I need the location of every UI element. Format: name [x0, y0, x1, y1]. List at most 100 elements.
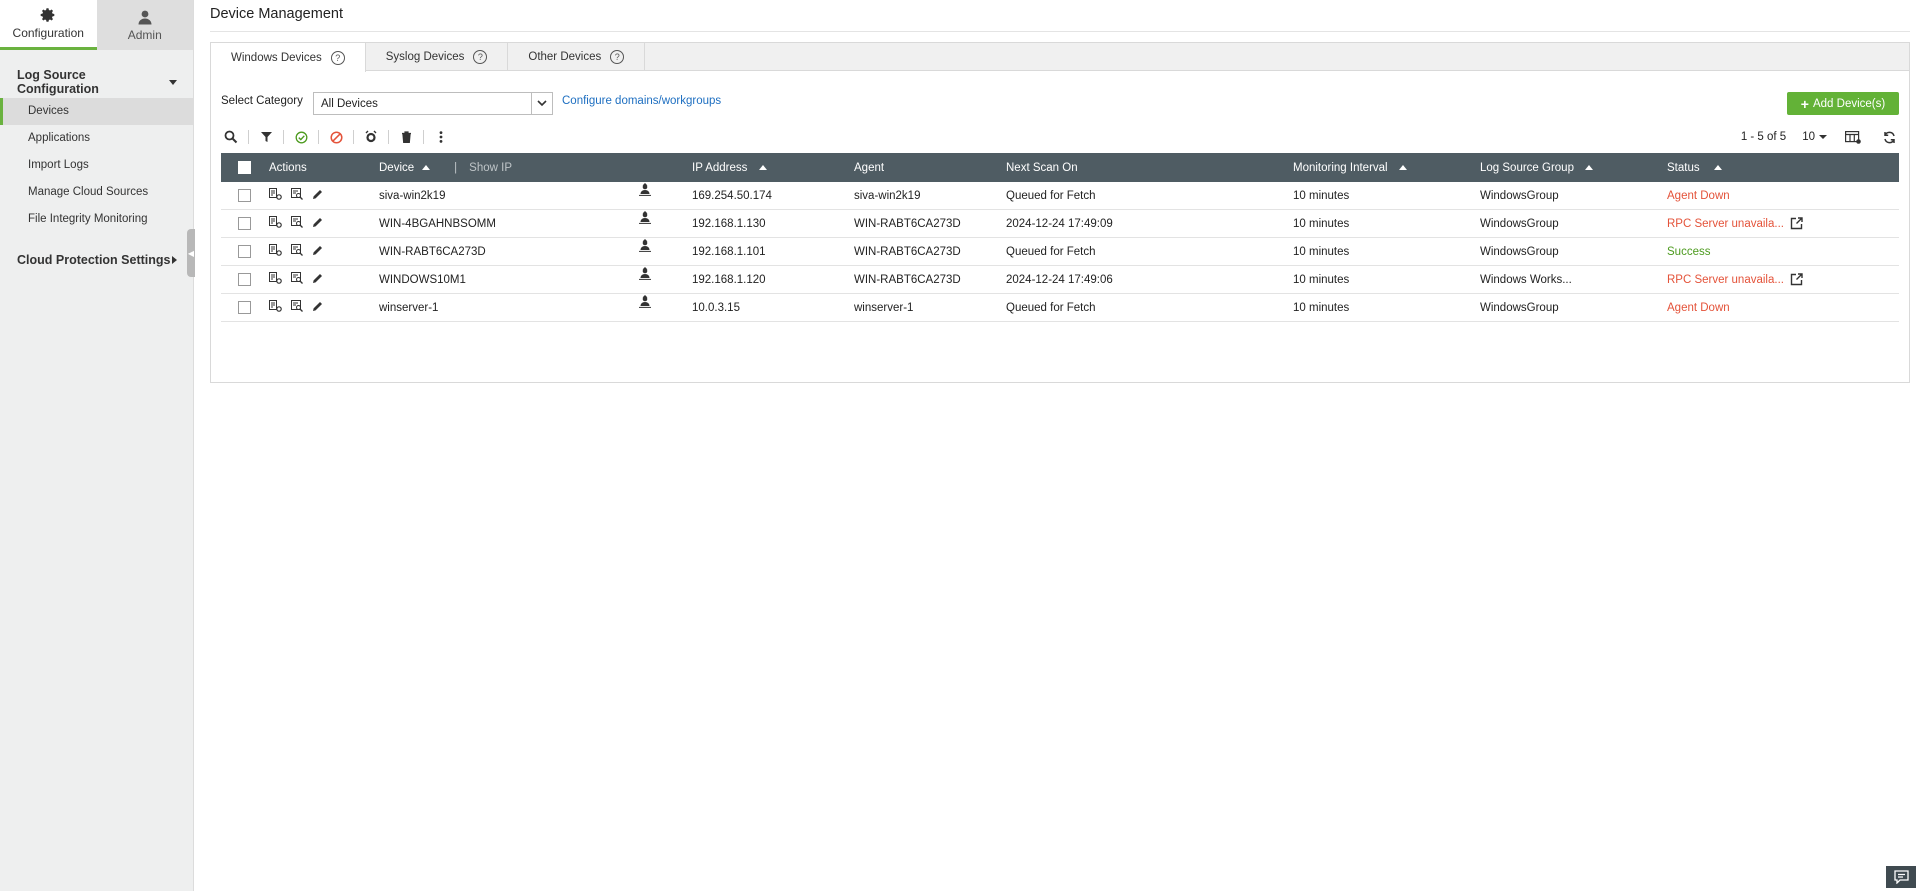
device-settings-icon[interactable] [269, 272, 282, 287]
edit-icon[interactable] [312, 245, 323, 259]
toolbar-divider [283, 130, 284, 144]
header-monitoring-interval[interactable]: Monitoring Interval [1293, 162, 1480, 174]
tab-configuration-label: Configuration [12, 26, 84, 40]
tab-configuration[interactable]: Configuration [0, 0, 97, 50]
cell-next-scan: 2024-12-24 17:49:06 [1006, 273, 1113, 286]
cell-next-scan: Queued for Fetch [1006, 301, 1096, 314]
cell-status: Success [1667, 246, 1899, 258]
row-checkbox[interactable] [238, 217, 251, 230]
help-icon[interactable]: ? [610, 50, 625, 64]
external-link-icon[interactable] [1790, 273, 1803, 286]
header-device[interactable]: Device | Show IP [379, 162, 692, 174]
device-settings-icon[interactable] [269, 188, 282, 203]
sidebar-collapse-handle[interactable]: ◀ [187, 229, 195, 277]
view-reports-icon[interactable] [291, 216, 303, 231]
header-device-label: Device [379, 161, 415, 174]
tab-label: Other Devices [528, 51, 602, 63]
device-name[interactable]: WIN-4BGAHNBSOMM [379, 218, 496, 230]
agent-upgrade-icon[interactable] [639, 294, 651, 311]
tab-syslog-devices[interactable]: Syslog Devices ? [366, 43, 509, 71]
agent-upgrade-icon[interactable] [639, 238, 651, 255]
column-chooser-icon[interactable] [1843, 127, 1863, 147]
device-settings-icon[interactable] [269, 216, 282, 231]
per-page-select[interactable]: 10 [1802, 131, 1827, 143]
gear-icon [40, 8, 55, 22]
agent-upgrade-icon[interactable] [639, 182, 651, 199]
add-device-button[interactable]: + Add Device(s) [1787, 92, 1899, 115]
header-ip-address[interactable]: IP Address [692, 162, 854, 174]
cell-group: WindowsGroup [1480, 217, 1559, 230]
header-status[interactable]: Status [1667, 162, 1899, 174]
cell-agent: winserver-1 [854, 301, 914, 314]
view-reports-icon[interactable] [291, 272, 303, 287]
filter-icon[interactable] [256, 127, 276, 147]
sidebar-item-file-integrity-monitoring[interactable]: File Integrity Monitoring [0, 206, 193, 233]
trash-icon[interactable] [396, 127, 416, 147]
sidebar-item-applications[interactable]: Applications [0, 125, 193, 152]
edit-icon[interactable] [312, 189, 323, 203]
toolbar-divider [388, 130, 389, 144]
device-name[interactable]: WINDOWS10M1 [379, 274, 466, 286]
agent-upgrade-icon[interactable] [639, 266, 651, 283]
nav-section-log-source-configuration[interactable]: Log Source Configuration [0, 68, 193, 96]
device-settings-icon[interactable] [269, 244, 282, 259]
sidebar-item-devices[interactable]: Devices [0, 98, 193, 125]
toolbar-divider [423, 130, 424, 144]
configure-domains-link[interactable]: Configure domains/workgroups [562, 95, 721, 107]
scan-schedule-icon[interactable] [361, 127, 381, 147]
status-text: RPC Server unavaila... [1667, 217, 1784, 230]
external-link-icon[interactable] [1790, 217, 1803, 230]
view-reports-icon[interactable] [291, 188, 303, 203]
select-category-label: Select Category [221, 95, 303, 107]
tab-other-devices[interactable]: Other Devices ? [508, 43, 646, 71]
view-reports-icon[interactable] [291, 300, 303, 315]
header-status-label: Status [1667, 161, 1700, 174]
header-log-source-group[interactable]: Log Source Group [1480, 162, 1667, 174]
chevron-down-icon[interactable] [531, 93, 552, 114]
tab-windows-devices[interactable]: Windows Devices ? [211, 43, 366, 72]
row-checkbox[interactable] [238, 301, 251, 314]
nav-section-cloud-protection-settings[interactable]: Cloud Protection Settings [0, 248, 193, 272]
header-divider: | [454, 161, 458, 174]
device-name[interactable]: siva-win2k19 [379, 190, 445, 202]
show-ip-toggle[interactable]: Show IP [469, 162, 512, 174]
sidebar-item-import-logs[interactable]: Import Logs [0, 152, 193, 179]
agent-upgrade-icon[interactable] [639, 210, 651, 227]
edit-icon[interactable] [312, 217, 323, 231]
help-icon[interactable]: ? [330, 50, 345, 65]
search-icon[interactable] [221, 127, 241, 147]
row-checkbox[interactable] [238, 189, 251, 202]
help-icon[interactable]: ? [473, 50, 488, 64]
cell-next-scan: Queued for Fetch [1006, 189, 1096, 202]
tab-admin[interactable]: Admin [96, 0, 193, 50]
sort-asc-icon [758, 164, 767, 170]
enable-icon[interactable] [291, 127, 311, 147]
caret-right-icon [172, 256, 177, 264]
cell-device: winserver-1 [379, 294, 692, 314]
edit-icon[interactable] [312, 301, 323, 315]
edit-icon[interactable] [312, 273, 323, 287]
row-checkbox[interactable] [238, 245, 251, 258]
chat-icon[interactable] [1886, 866, 1916, 888]
cell-group: WindowsGroup [1480, 245, 1559, 258]
cell-next-scan: 2024-12-24 17:49:09 [1006, 217, 1113, 230]
table-row: WIN-RABT6CA273D 192.168.1.101 WIN-RABT6C… [221, 238, 1899, 266]
device-settings-icon[interactable] [269, 300, 282, 315]
device-name[interactable]: winserver-1 [379, 302, 438, 314]
cell-status: RPC Server unavaila... [1667, 217, 1899, 230]
sidebar-item-manage-cloud-sources[interactable]: Manage Cloud Sources [0, 179, 193, 206]
row-select-cell [221, 189, 268, 202]
tab-label: Syslog Devices [385, 51, 465, 63]
plus-icon: + [1800, 95, 1809, 112]
chevron-left-icon: ◀ [187, 248, 195, 258]
view-reports-icon[interactable] [291, 244, 303, 259]
sort-asc-icon [1713, 165, 1722, 170]
category-select[interactable]: All Devices [313, 92, 553, 115]
select-all-checkbox[interactable] [238, 161, 251, 174]
disable-icon[interactable] [326, 127, 346, 147]
more-options-icon[interactable] [431, 127, 451, 147]
device-name[interactable]: WIN-RABT6CA273D [379, 246, 486, 258]
refresh-icon[interactable] [1879, 127, 1899, 147]
row-checkbox[interactable] [238, 273, 251, 286]
row-select-cell [221, 273, 268, 286]
